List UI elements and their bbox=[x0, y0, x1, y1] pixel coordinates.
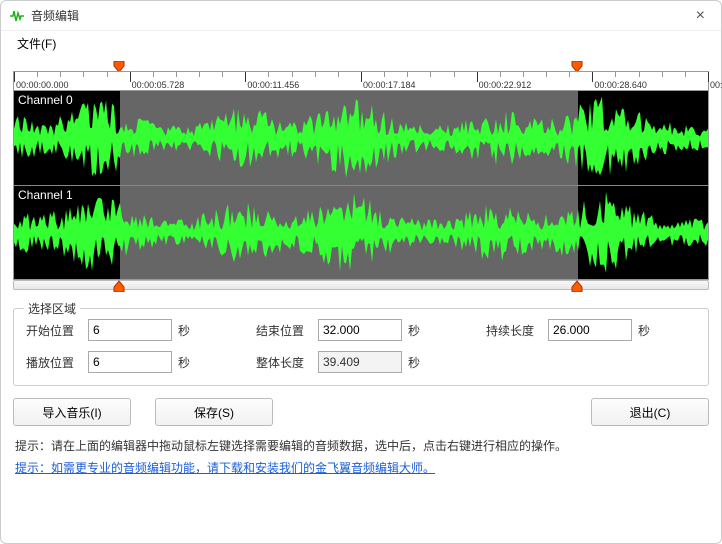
play-position-label: 播放位置 bbox=[26, 354, 82, 371]
app-icon bbox=[9, 8, 25, 24]
selection-start-marker-bottom[interactable] bbox=[112, 280, 126, 292]
selection-region-group: 选择区域 开始位置 秒 结束位置 秒 持续长度 秒 播放位置 秒 bbox=[13, 308, 709, 386]
total-length-field: 整体长度 秒 bbox=[256, 351, 466, 373]
waveform-channel-0 bbox=[14, 91, 708, 185]
ruler-ticks: 00:00:00.00000:00:05.72800:00:11.45600:0… bbox=[14, 72, 708, 90]
duration-label: 持续长度 bbox=[486, 322, 542, 339]
ruler-bottom-row bbox=[13, 280, 709, 298]
play-position-field: 播放位置 秒 bbox=[26, 351, 236, 373]
time-ruler[interactable]: 00:00:00.00000:00:05.72800:00:11.45600:0… bbox=[13, 71, 709, 91]
unit-seconds: 秒 bbox=[408, 354, 420, 371]
hints: 提示：请在上面的编辑器中拖动鼠标左键选择需要编辑的音频数据，选中后，点击右键进行… bbox=[15, 436, 707, 479]
start-position-input[interactable] bbox=[88, 319, 172, 341]
button-row: 导入音乐(I) 保存(S) 退出(C) bbox=[13, 398, 709, 426]
unit-seconds: 秒 bbox=[408, 322, 420, 339]
end-position-field: 结束位置 秒 bbox=[256, 319, 466, 341]
import-music-button[interactable]: 导入音乐(I) bbox=[13, 398, 131, 426]
play-position-input[interactable] bbox=[88, 351, 172, 373]
channel-1[interactable]: Channel 1 bbox=[14, 185, 708, 279]
group-title: 选择区域 bbox=[24, 300, 80, 317]
close-icon[interactable]: × bbox=[688, 5, 713, 27]
duration-input[interactable] bbox=[548, 319, 632, 341]
exit-button[interactable]: 退出(C) bbox=[591, 398, 709, 426]
duration-field: 持续长度 秒 bbox=[486, 319, 696, 341]
total-length-label: 整体长度 bbox=[256, 354, 312, 371]
save-button[interactable]: 保存(S) bbox=[155, 398, 273, 426]
channel-0-label: Channel 0 bbox=[18, 93, 73, 107]
unit-seconds: 秒 bbox=[178, 354, 190, 371]
channel-1-label: Channel 1 bbox=[18, 188, 73, 202]
end-position-input[interactable] bbox=[318, 319, 402, 341]
waveform-stack[interactable]: Channel 0 Channel 1 bbox=[13, 91, 709, 280]
total-length-input bbox=[318, 351, 402, 373]
selection-end-marker-bottom[interactable] bbox=[570, 280, 584, 292]
start-position-field: 开始位置 秒 bbox=[26, 319, 236, 341]
start-position-label: 开始位置 bbox=[26, 322, 82, 339]
end-position-label: 结束位置 bbox=[256, 322, 312, 339]
channel-0[interactable]: Channel 0 bbox=[14, 91, 708, 185]
unit-seconds: 秒 bbox=[638, 322, 650, 339]
editor-area: 00:00:00.00000:00:05.72800:00:11.45600:0… bbox=[13, 61, 709, 298]
hint-line-2: 提示：如需更专业的音频编辑功能，请下载和安装我们的金飞翼音频编辑大师。 bbox=[15, 458, 707, 480]
audio-editor-window: 音频编辑 × 文件(F) 00:00:00.00000:00:05.72800:… bbox=[0, 0, 722, 544]
menubar: 文件(F) bbox=[1, 31, 721, 55]
unit-seconds: 秒 bbox=[178, 322, 190, 339]
hint-line-1: 提示：请在上面的编辑器中拖动鼠标左键选择需要编辑的音频数据，选中后，点击右键进行… bbox=[15, 436, 707, 458]
window-title: 音频编辑 bbox=[31, 7, 79, 24]
waveform-channel-1 bbox=[14, 186, 708, 279]
titlebar[interactable]: 音频编辑 × bbox=[1, 1, 721, 31]
ruler-top-row: 00:00:00.00000:00:05.72800:00:11.45600:0… bbox=[13, 61, 709, 91]
menu-file[interactable]: 文件(F) bbox=[11, 33, 62, 54]
hint-link[interactable]: 提示：如需更专业的音频编辑功能，请下载和安装我们的金飞翼音频编辑大师。 bbox=[15, 461, 435, 475]
